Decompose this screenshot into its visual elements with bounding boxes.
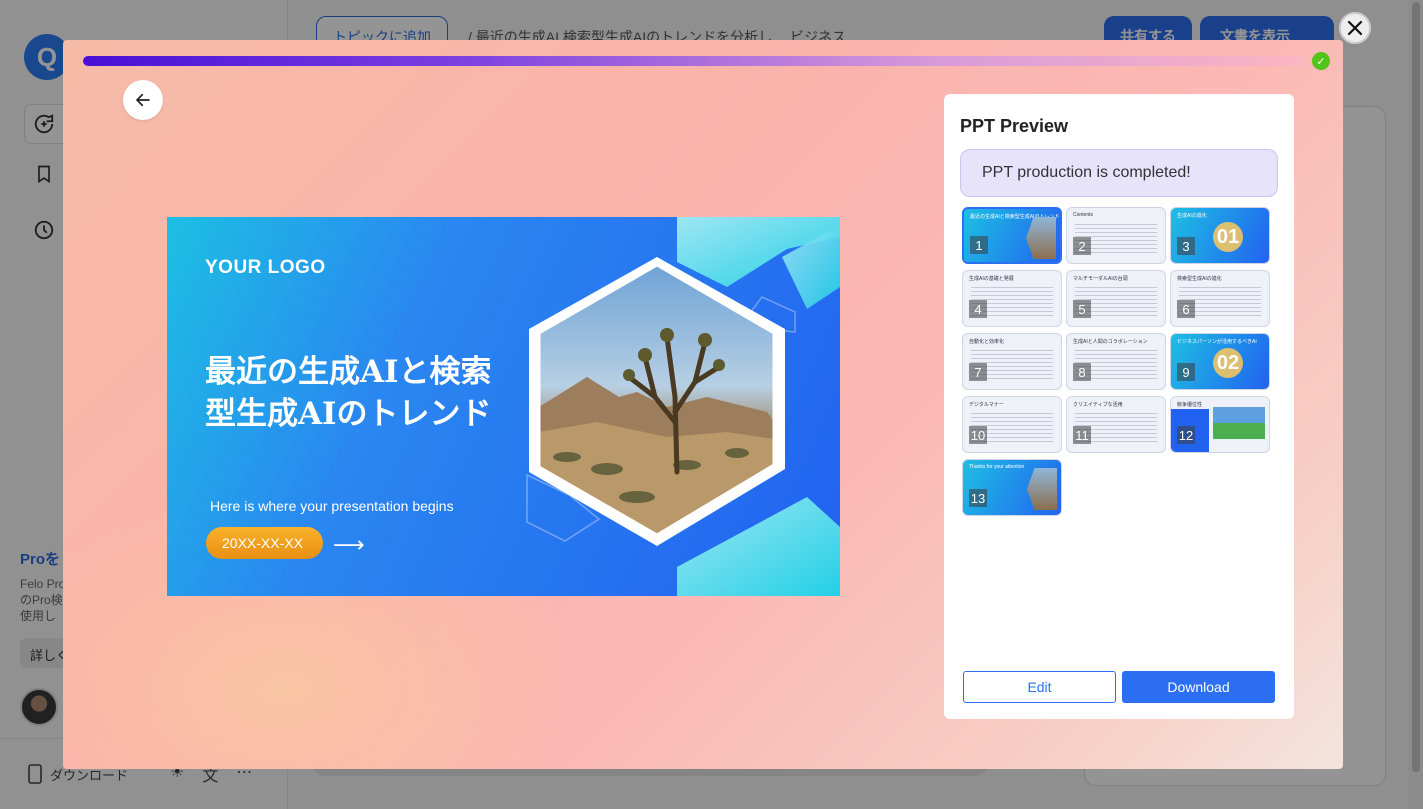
slide-thumbnail[interactable]: デジタルマナー 10	[962, 396, 1062, 453]
close-button[interactable]	[1339, 12, 1371, 44]
arrow-right-icon: ⟶	[333, 533, 365, 558]
thumbnail-section-number: 01	[1213, 222, 1243, 252]
thumbnail-number: 4	[969, 300, 987, 318]
thumbnail-heading: Thanks for your attention	[969, 464, 1025, 470]
slide-thumbnail[interactable]: ビジネスパーソンが活用するべきAI 02 9	[1170, 333, 1270, 390]
thumbnail-number: 1	[970, 236, 988, 254]
thumbnail-number: 5	[1073, 300, 1091, 318]
slide-thumbnails: 最近の生成AIと検索型生成AIのトレンド 1 Contents 2 生成AIの進化 01 3…	[962, 207, 1272, 516]
slide-title: 最近の生成AIと検索 型生成AIのトレンド	[205, 351, 525, 435]
thumbnail-heading: クリエイティブな活用	[1073, 402, 1123, 408]
ppt-preview-panel: PPT Preview PPT production is completed!…	[944, 94, 1294, 719]
arrow-left-icon	[136, 93, 150, 107]
slide-thumbnail[interactable]: クリエイティブな活用 11	[1066, 396, 1166, 453]
thumbnail-heading: 生成AIと人間のコラボレーション	[1073, 339, 1148, 345]
thumbnail-number: 13	[969, 489, 987, 507]
thumbnail-heading: ビジネスパーソンが活用するべきAI	[1177, 339, 1257, 345]
slide-subtitle: Here is where your presentation begins	[210, 498, 454, 514]
progress-fill	[83, 56, 1305, 66]
panel-title: PPT Preview	[960, 116, 1069, 136]
slide-thumbnail[interactable]: 生成AIの進化 01 3	[1170, 207, 1270, 264]
thumbnail-number: 7	[969, 363, 987, 381]
thumbnail-number: 2	[1073, 237, 1091, 255]
slide-thumbnail[interactable]: Contents 2	[1066, 207, 1166, 264]
thumbnail-heading: Contents	[1073, 212, 1094, 218]
thumbnail-heading: 生成AIの基礎と発展	[969, 276, 1014, 282]
thumbnail-number: 11	[1073, 426, 1091, 444]
slide-logo: YOUR LOGO	[205, 257, 326, 278]
thumbnail-number: 9	[1177, 363, 1195, 381]
thumbnail-heading: 競争優位性	[1177, 402, 1203, 408]
progress-track	[83, 56, 1305, 66]
thumbnail-number: 12	[1177, 426, 1195, 444]
close-icon	[1347, 20, 1363, 36]
check-circle-icon: ✓	[1312, 52, 1330, 70]
status-message: PPT production is completed!	[960, 149, 1278, 197]
thumbnail-number: 10	[969, 426, 987, 444]
thumbnail-photo	[1027, 468, 1057, 510]
slide-date-badge: 20XX-XX-XX	[206, 527, 323, 559]
thumbnail-photo	[1026, 217, 1056, 259]
edit-button[interactable]: Edit	[963, 671, 1116, 703]
slide-thumbnail[interactable]: 生成AIと人間のコラボレーション 8	[1066, 333, 1166, 390]
thumbnail-photo	[1213, 407, 1265, 439]
back-button[interactable]	[123, 80, 163, 120]
slide-thumbnail[interactable]: 最近の生成AIと検索型生成AIのトレンド 1	[962, 207, 1062, 264]
thumbnail-number: 6	[1177, 300, 1195, 318]
ppt-modal: ✓ YOUR LOGO 最近の生成AIと検索 型生成AIのトレンド Here i…	[63, 40, 1343, 769]
slide-thumbnail[interactable]: 検索型生成AIの進化 6	[1170, 270, 1270, 327]
thumbnail-heading: デジタルマナー	[969, 402, 1004, 408]
download-button[interactable]: Download	[1122, 671, 1275, 703]
thumbnail-number: 3	[1177, 237, 1195, 255]
slide-title-line2: 型生成AIのトレンド	[205, 396, 492, 432]
slide-thumbnail[interactable]: マルチモーダルAIの台頭 5	[1066, 270, 1166, 327]
slide-thumbnail[interactable]: 自動化と効率化 7	[962, 333, 1062, 390]
thumbnail-heading: 自動化と効率化	[969, 339, 1005, 345]
slide-thumbnail[interactable]: Thanks for your attention 13	[962, 459, 1062, 516]
thumbnail-number: 8	[1073, 363, 1091, 381]
thumbnail-heading: 生成AIの進化	[1177, 213, 1207, 219]
thumbnail-heading: マルチモーダルAIの台頭	[1073, 276, 1128, 282]
thumbnail-heading: 検索型生成AIの進化	[1177, 276, 1222, 282]
slide-thumbnail[interactable]: 競争優位性 12	[1170, 396, 1270, 453]
slide-title-line1: 最近の生成AIと検索	[205, 354, 492, 390]
slide-thumbnail[interactable]: 生成AIの基礎と発展 4	[962, 270, 1062, 327]
thumbnail-section-number: 02	[1213, 348, 1243, 378]
slide-preview: YOUR LOGO 最近の生成AIと検索 型生成AIのトレンド Here is …	[167, 217, 840, 596]
